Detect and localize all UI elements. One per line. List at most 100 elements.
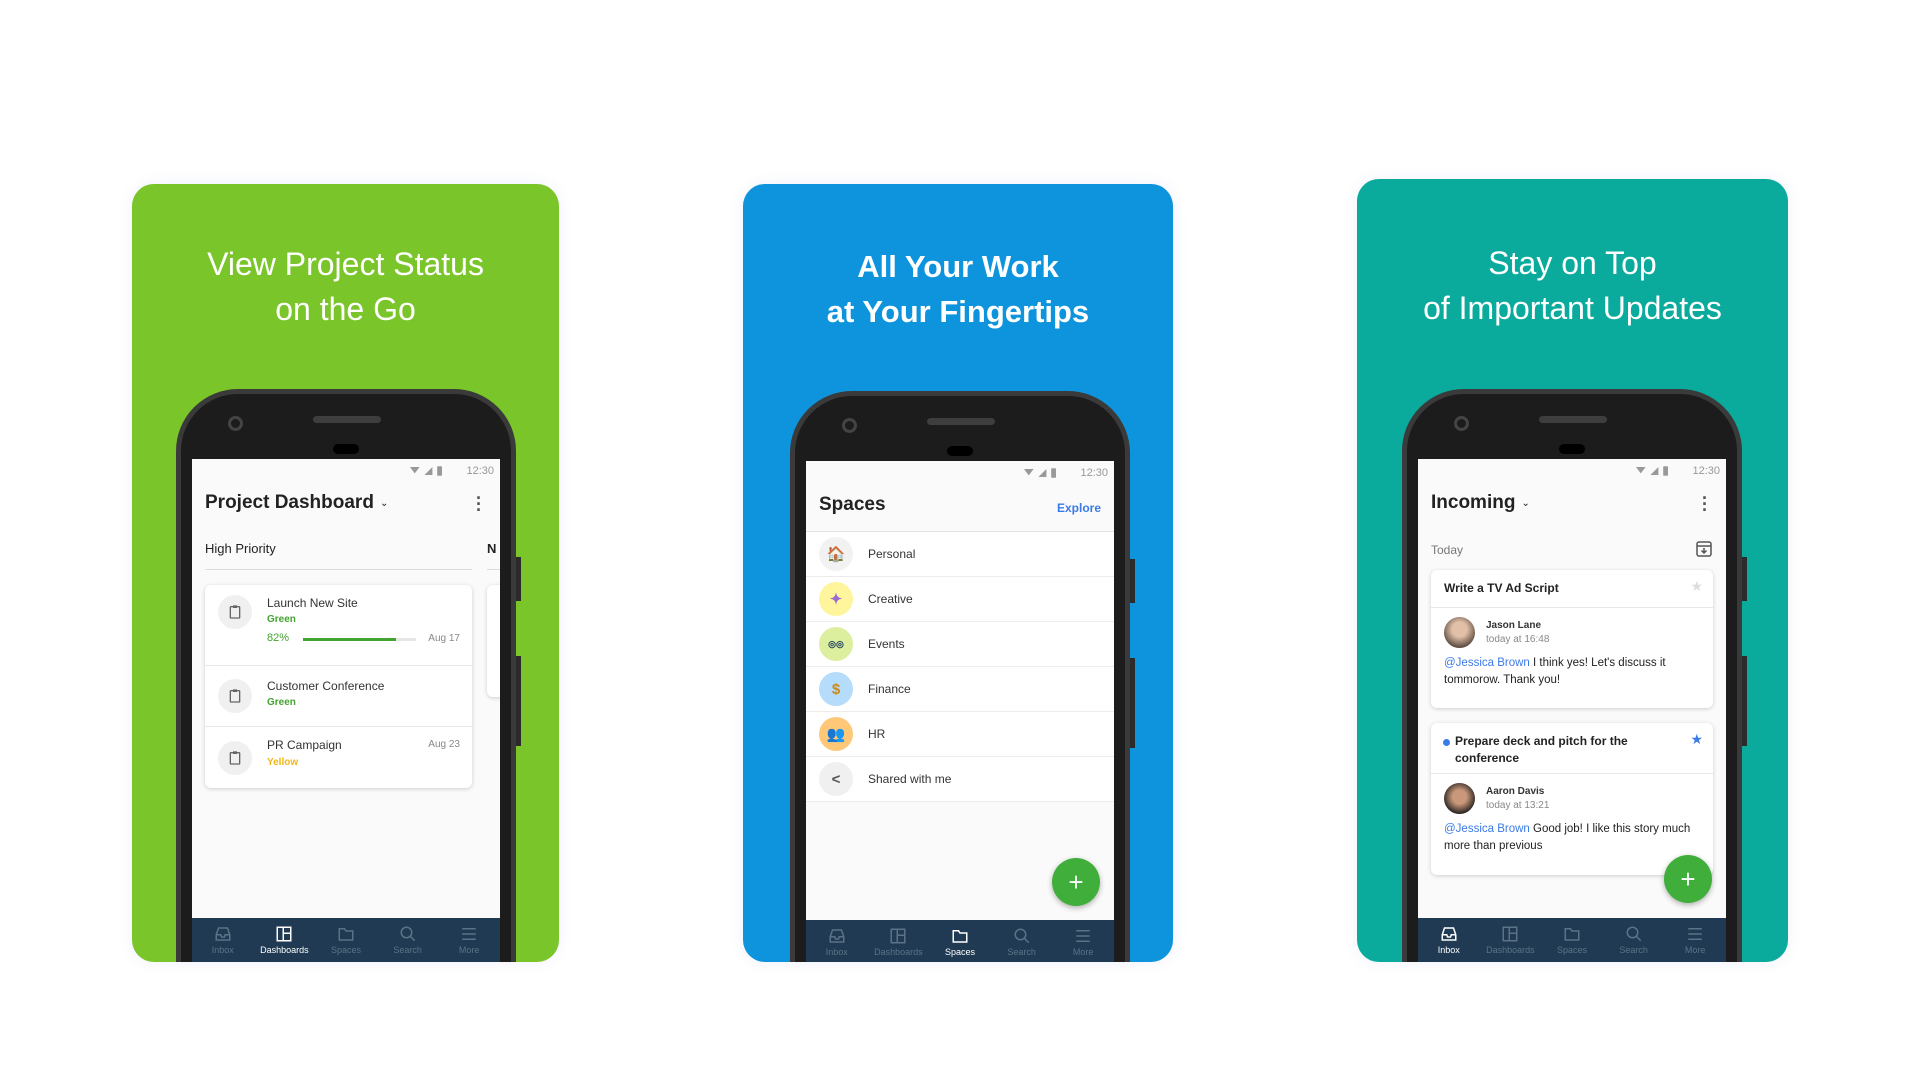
mention-link[interactable]: @Jessica Brown — [1444, 657, 1530, 669]
panel-headline: Stay on Top of Important Updates — [1357, 241, 1788, 331]
add-button[interactable]: + — [1664, 855, 1712, 903]
space-item[interactable]: ✦ Creative — [806, 577, 1114, 622]
divider — [1431, 773, 1713, 774]
sparkles-icon: ✦ — [819, 582, 853, 616]
next-column-card[interactable] — [487, 585, 500, 697]
nav-spaces[interactable]: Spaces — [929, 920, 991, 962]
glasses-icon: ◎◎ — [819, 627, 853, 661]
nav-dashboards[interactable]: Dashboards — [254, 918, 316, 962]
divider — [1431, 607, 1713, 608]
nav-inbox[interactable]: Inbox — [806, 920, 868, 962]
space-item[interactable]: 🏠 Personal — [806, 532, 1114, 577]
project-list-card: Launch New Site Green 82% Aug 17 Custome… — [205, 585, 472, 788]
explore-link[interactable]: Explore — [1057, 501, 1101, 515]
nav-more[interactable]: More — [1664, 918, 1726, 962]
comment-time: today at 16:48 — [1486, 634, 1550, 645]
nav-search[interactable]: Search — [1603, 918, 1665, 962]
space-item[interactable]: ◎◎ Events — [806, 622, 1114, 667]
comment-text: @Jessica Brown I think yes! Let's discus… — [1444, 655, 1701, 689]
people-icon: 👥 — [819, 717, 853, 751]
author-name: Jason Lane — [1486, 620, 1542, 631]
nav-label: Search — [1619, 945, 1648, 955]
nav-label: Search — [393, 945, 422, 955]
nav-spaces[interactable]: Spaces — [315, 918, 377, 962]
nav-more[interactable]: More — [438, 918, 500, 962]
signal-battery-icon — [1024, 467, 1072, 479]
dashboard-title-dropdown[interactable]: Project Dashboard ⌄ — [205, 492, 388, 514]
space-item[interactable]: < Shared with me — [806, 757, 1114, 802]
project-status: Green — [267, 697, 296, 708]
phone-mockup: 12:30 Spaces Explore 🏠 Personal ✦ Creative ◎… — [790, 391, 1135, 962]
house-icon: 🏠 — [819, 537, 853, 571]
update-card[interactable]: Prepare deck and pitch for the conferenc… — [1431, 723, 1713, 875]
add-button[interactable]: + — [1052, 858, 1100, 906]
update-card[interactable]: Write a TV Ad Script ★ Jason Lane today … — [1431, 570, 1713, 708]
more-options-icon[interactable]: · · · — [476, 489, 482, 519]
project-date: Aug 17 — [428, 633, 460, 644]
nav-more[interactable]: More — [1052, 920, 1114, 962]
nav-label: Spaces — [330, 945, 361, 955]
nav-spaces[interactable]: Spaces — [1541, 918, 1603, 962]
star-icon[interactable]: ★ — [1690, 731, 1703, 748]
status-bar: 12:30 — [1636, 462, 1720, 480]
headline-line-1: Stay on Top — [1488, 245, 1657, 281]
phone-screen: 12:30 Incoming ⌄ · · · Today Write a TV Ad … — [1418, 459, 1726, 962]
volume-button — [516, 656, 521, 746]
space-item[interactable]: 👥 HR — [806, 712, 1114, 757]
side-button — [1130, 559, 1135, 603]
headline-line-2: on the Go — [275, 291, 416, 327]
nav-search[interactable]: Search — [991, 920, 1053, 962]
nav-label: Inbox — [825, 947, 848, 957]
nav-label: Dashboards — [260, 945, 309, 955]
more-options-icon[interactable]: · · · — [1702, 489, 1708, 519]
inbox-filter-dropdown[interactable]: Incoming ⌄ — [1431, 492, 1530, 514]
headline-line-2: of Important Updates — [1423, 290, 1722, 326]
status-bar: 12:30 — [410, 462, 494, 480]
divider — [205, 569, 472, 570]
mention-link[interactable]: @Jessica Brown — [1444, 823, 1530, 835]
nav-inbox[interactable]: Inbox — [1418, 918, 1480, 962]
star-icon[interactable]: ★ — [1690, 578, 1703, 595]
panel-updates: Stay on Top of Important Updates 12:30 In… — [1357, 179, 1788, 962]
panel-headline: All Your Work at Your Fingertips — [743, 244, 1173, 334]
archive-icon[interactable] — [1696, 541, 1712, 557]
comment-text: @Jessica Brown Good job! I like this sto… — [1444, 821, 1701, 855]
bottom-nav: Inbox Dashboards Spaces Search More — [1418, 918, 1726, 962]
column-header-high-priority: High Priority — [205, 541, 276, 556]
camera-icon — [1454, 416, 1469, 431]
project-date: Aug 23 — [428, 739, 460, 750]
earpiece — [333, 444, 359, 454]
headline-line-2: at Your Fingertips — [826, 294, 1090, 329]
space-label: Finance — [868, 682, 911, 696]
space-item[interactable]: $ Finance — [806, 667, 1114, 712]
progress-bar — [303, 638, 416, 641]
page-title: Project Dashboard — [205, 492, 374, 513]
page-title: Incoming — [1431, 492, 1516, 513]
money-bag-icon: $ — [819, 672, 853, 706]
space-label: Creative — [868, 592, 913, 606]
camera-icon — [842, 418, 857, 433]
clipboard-icon — [218, 679, 252, 713]
phone-mockup: 12:30 Project Dashboard ⌄ · · · High Priori… — [176, 389, 521, 962]
nav-dashboards[interactable]: Dashboards — [868, 920, 930, 962]
camera-icon — [228, 416, 243, 431]
space-label: HR — [868, 727, 886, 741]
nav-label: Spaces — [944, 947, 975, 957]
phone-screen: 12:30 Spaces Explore 🏠 Personal ✦ Creative ◎… — [806, 461, 1114, 962]
speaker — [927, 418, 995, 425]
nav-search[interactable]: Search — [377, 918, 439, 962]
section-today: Today — [1431, 543, 1464, 557]
dashboard-icon — [1501, 925, 1519, 943]
nav-inbox[interactable]: Inbox — [192, 918, 254, 962]
headline-line-1: All Your Work — [857, 249, 1059, 284]
side-button — [1742, 557, 1747, 601]
phone-screen: 12:30 Project Dashboard ⌄ · · · High Priori… — [192, 459, 500, 962]
bottom-nav: Inbox Dashboards Spaces Search More — [806, 920, 1114, 962]
project-row[interactable]: Launch New Site Green 82% Aug 17 — [205, 585, 472, 666]
nav-label: More — [1072, 947, 1094, 957]
space-label: Events — [868, 637, 905, 651]
folder-icon — [337, 925, 355, 943]
project-row[interactable]: Customer Conference Green — [205, 666, 472, 727]
nav-dashboards[interactable]: Dashboards — [1480, 918, 1542, 962]
project-row[interactable]: PR Campaign Yellow Aug 23 — [205, 727, 472, 788]
